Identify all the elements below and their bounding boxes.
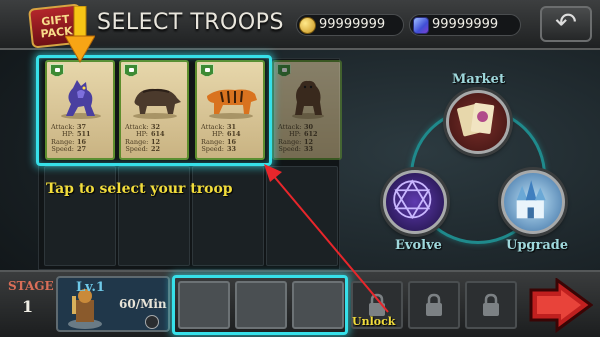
upgrade-castle-icon [516, 180, 546, 219]
back-button[interactable]: ↶ [540, 6, 592, 42]
market-label: Market [452, 72, 505, 87]
stage-label: STAGE [8, 279, 54, 293]
team-slots-highlight [172, 275, 348, 335]
hero-skill-icon [145, 315, 159, 329]
coin-icon [299, 17, 316, 34]
back-arrow-icon: ↶ [555, 8, 577, 38]
tutorial-down-arrow-icon [65, 6, 95, 64]
tutorial-hint: Tap to select your troop [46, 181, 233, 197]
page-title: SELECT TROOPS [97, 10, 284, 35]
coin-amount: 99999999 [319, 17, 386, 32]
empty-troop-slot [266, 166, 338, 266]
hero-production-rate: 60/Min [119, 297, 167, 311]
start-battle-button[interactable] [527, 278, 593, 333]
evolve-pentagram-icon [393, 179, 432, 220]
gem-counter: 99999999 [409, 14, 521, 36]
locked-slot[interactable] [408, 281, 460, 329]
coin-counter: 99999999 [296, 14, 404, 36]
gem-amount: 99999999 [432, 17, 499, 32]
unlock-label: Unlock [352, 315, 396, 328]
market-cards-icon [457, 102, 495, 137]
stat-value: 33 [304, 144, 314, 153]
evolve-label: Evolve [395, 238, 442, 253]
troop-selection-highlight [36, 55, 272, 166]
lock-icon [483, 293, 499, 316]
stat-label: Speed: [278, 144, 301, 153]
evolve-button[interactable] [383, 170, 447, 234]
gem-icon [413, 17, 429, 34]
bear-icon [292, 80, 324, 119]
game-screen: GIFT PACK SELECT TROOPS 99999999 9999999… [0, 0, 600, 337]
market-button[interactable] [446, 90, 510, 154]
upgrade-label: Upgrade [506, 238, 569, 253]
lock-icon [426, 293, 442, 316]
hero-level: Lv.1 [76, 280, 105, 295]
troop-stats: Attack: 30 HP: 612 Range: 12 Speed: 33 [278, 123, 338, 153]
troop-card-bear[interactable]: Attack: 30 HP: 612 Range: 12 Speed: 33 [272, 60, 342, 160]
stage-number: 1 [22, 297, 34, 316]
locked-slot[interactable] [465, 281, 517, 329]
upgrade-button[interactable] [501, 170, 565, 234]
